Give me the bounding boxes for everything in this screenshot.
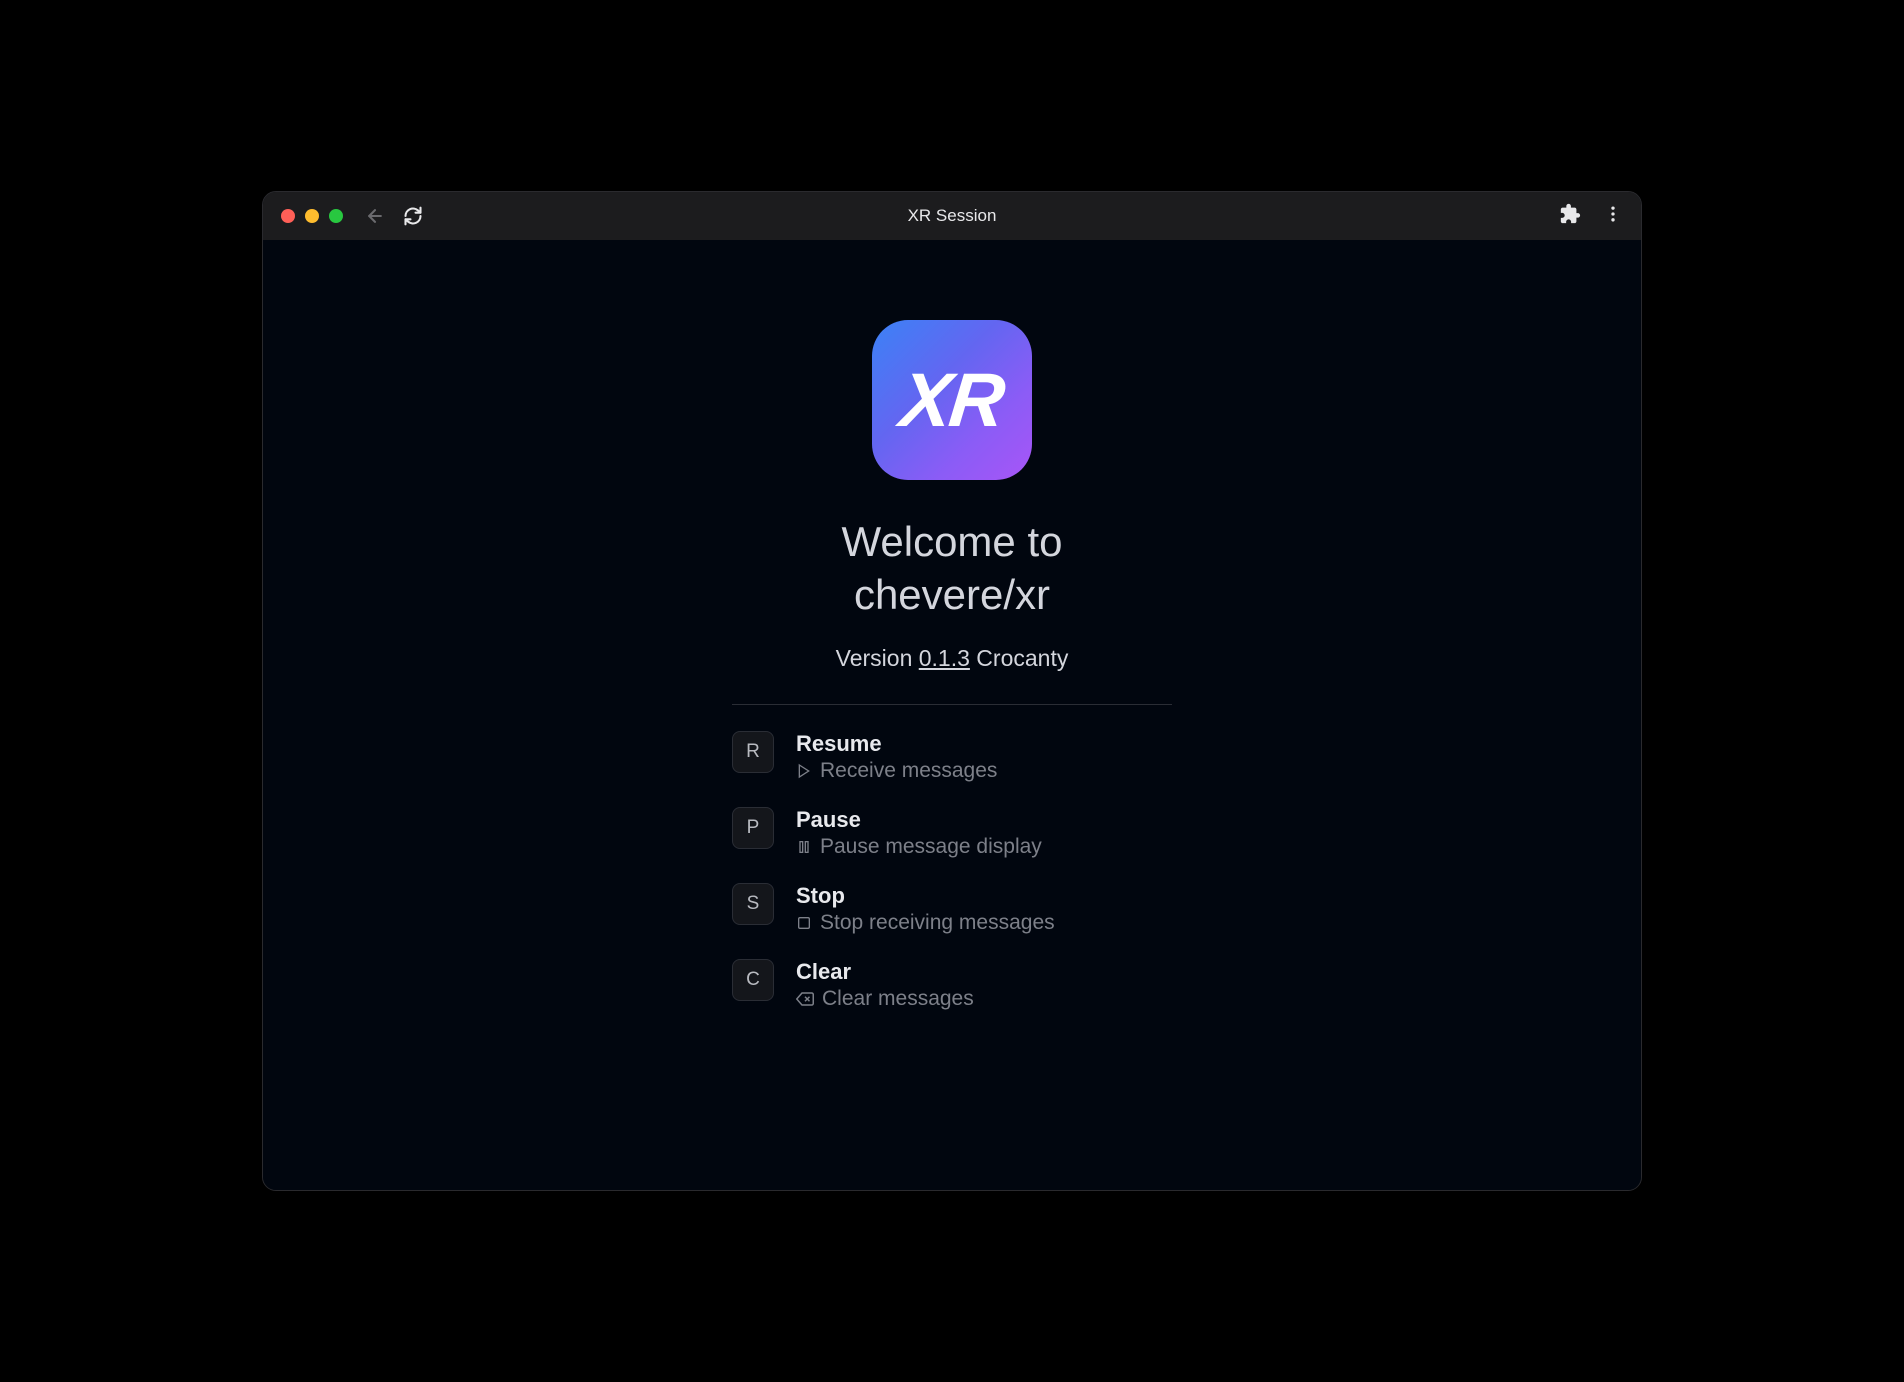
key-p[interactable]: P xyxy=(732,807,774,849)
shortcut-title: Resume xyxy=(796,731,997,757)
key-r[interactable]: R xyxy=(732,731,774,773)
logo-text: XR xyxy=(897,357,1008,444)
shortcut-desc: Pause message display xyxy=(796,835,1042,859)
version-number[interactable]: 0.1.3 xyxy=(919,645,970,671)
browser-window: XR Session XR Welcome to chevere/xr Vers… xyxy=(262,191,1642,1191)
arrow-left-icon xyxy=(365,206,385,226)
window-title: XR Session xyxy=(908,206,997,226)
shortcut-desc-text: Receive messages xyxy=(820,759,997,783)
back-button[interactable] xyxy=(365,206,385,226)
version-codename: Crocanty xyxy=(970,645,1068,671)
shortcut-info: Clear Clear messages xyxy=(796,959,974,1011)
shortcut-info: Pause Pause message display xyxy=(796,807,1042,859)
shortcut-pause: P Pause Pause message display xyxy=(732,807,1172,859)
shortcut-info: Stop Stop receiving messages xyxy=(796,883,1055,935)
nav-controls xyxy=(365,206,423,226)
clear-icon xyxy=(796,990,814,1008)
shortcut-desc-text: Pause message display xyxy=(820,835,1042,859)
reload-icon xyxy=(403,206,423,226)
extensions-button[interactable] xyxy=(1559,203,1581,230)
shortcut-desc-text: Clear messages xyxy=(822,987,974,1011)
welcome-heading: Welcome to chevere/xr xyxy=(842,516,1063,621)
app-logo: XR xyxy=(872,320,1032,480)
shortcut-desc: Receive messages xyxy=(796,759,997,783)
shortcuts-list: R Resume Receive messages P Pause xyxy=(732,731,1172,1011)
key-c[interactable]: C xyxy=(732,959,774,1001)
titlebar: XR Session xyxy=(263,192,1641,240)
heading-line-2: chevere/xr xyxy=(854,571,1050,618)
close-window-button[interactable] xyxy=(281,209,295,223)
shortcut-title: Clear xyxy=(796,959,974,985)
shortcut-clear: C Clear Clear messages xyxy=(732,959,1172,1011)
shortcut-title: Stop xyxy=(796,883,1055,909)
pause-icon xyxy=(796,839,812,855)
heading-line-1: Welcome to xyxy=(842,518,1063,565)
puzzle-icon xyxy=(1559,203,1581,225)
play-icon xyxy=(796,763,812,779)
shortcut-desc: Stop receiving messages xyxy=(796,911,1055,935)
menu-button[interactable] xyxy=(1603,204,1623,229)
shortcut-title: Pause xyxy=(796,807,1042,833)
maximize-window-button[interactable] xyxy=(329,209,343,223)
page-content: XR Welcome to chevere/xr Version 0.1.3 C… xyxy=(263,240,1641,1190)
traffic-lights xyxy=(281,209,343,223)
divider xyxy=(732,704,1172,705)
shortcut-desc: Clear messages xyxy=(796,987,974,1011)
reload-button[interactable] xyxy=(403,206,423,226)
more-vertical-icon xyxy=(1603,204,1623,224)
minimize-window-button[interactable] xyxy=(305,209,319,223)
shortcut-desc-text: Stop receiving messages xyxy=(820,911,1055,935)
shortcut-resume: R Resume Receive messages xyxy=(732,731,1172,783)
version-prefix: Version xyxy=(836,645,919,671)
right-controls xyxy=(1559,203,1623,230)
version-text: Version 0.1.3 Crocanty xyxy=(836,645,1069,672)
shortcut-info: Resume Receive messages xyxy=(796,731,997,783)
shortcut-stop: S Stop Stop receiving messages xyxy=(732,883,1172,935)
stop-icon xyxy=(796,915,812,931)
key-s[interactable]: S xyxy=(732,883,774,925)
